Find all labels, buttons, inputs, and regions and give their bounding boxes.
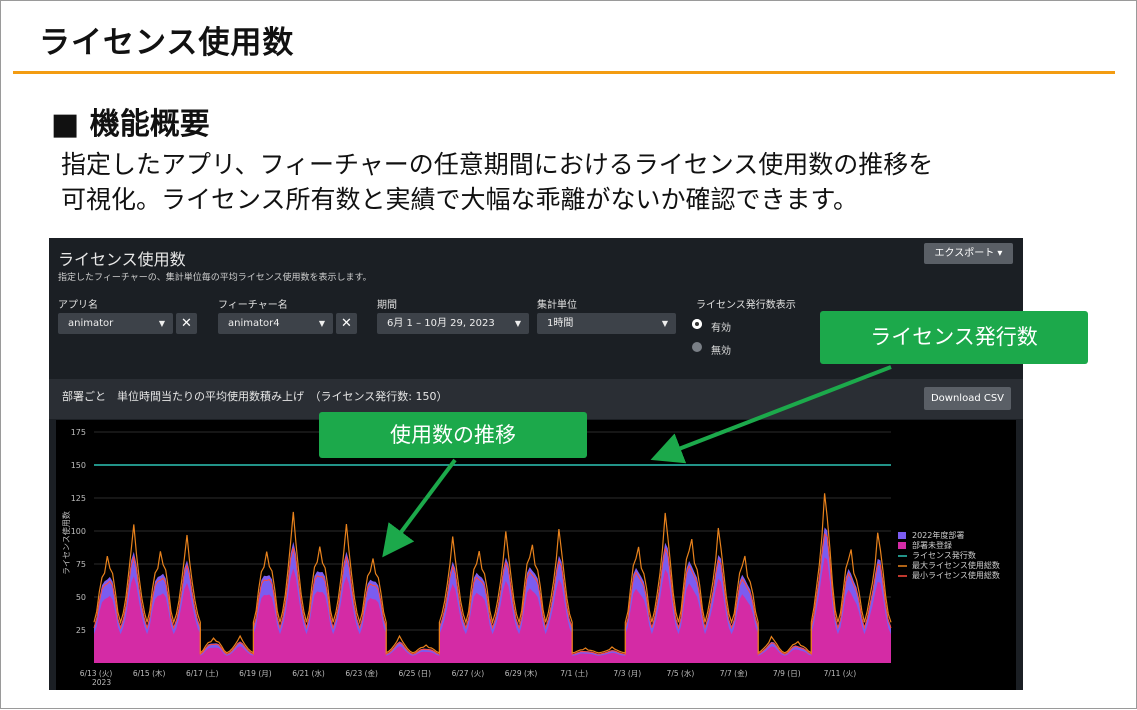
period-select[interactable]: 6月 1 – 10月 29, 2023 ▼ (377, 313, 529, 334)
slide-title: ライセンス使用数 (39, 25, 295, 61)
legend-label: ライセンス発行数 (912, 550, 976, 560)
legend-label: 最小ライセンス使用総数 (912, 570, 1000, 580)
legend-label: 部署未登録 (912, 540, 952, 550)
title-underline (13, 71, 1115, 74)
x-tick-label: 6/21 (水) (292, 668, 325, 678)
y-tick-label: 150 (71, 461, 86, 470)
chevron-down-icon: ▼ (158, 319, 165, 328)
x-tick-label: 6/17 (土) (186, 668, 219, 678)
download-csv-button[interactable]: Download CSV (924, 387, 1011, 410)
chart-area: 175 150 125 100 75 50 25 ライセンス使用数 6/13 (火) 6/15 (… (56, 420, 1016, 690)
x-tick-label: 6/19 (月) (239, 669, 272, 678)
y-tick-label: 25 (76, 626, 86, 635)
callout-issued: ライセンス発行数 (820, 311, 1088, 364)
legend-swatch (898, 532, 906, 539)
x-tick-label: 7/9 (日) (773, 669, 801, 678)
export-button[interactable]: エクスポート ▾ (924, 243, 1013, 264)
y-tick-label: 125 (71, 494, 86, 503)
chevron-down-icon: ▼ (514, 319, 521, 328)
issued-display-label: ライセンス発行数表示 (696, 300, 796, 311)
unit-select-value: 1時間 (547, 318, 574, 329)
issued-off-label: 無効 (711, 346, 731, 357)
close-icon: ✕ (341, 316, 352, 331)
app-select[interactable]: animator ▼ (58, 313, 173, 334)
x-year-label: 2023 (92, 678, 111, 687)
x-tick-label: 7/1 (土) (560, 668, 588, 678)
y-tick-label: 175 (71, 428, 86, 437)
description-line-2: 可視化。ライセンス所有数と実績で大幅な乖離がないか確認できます。 (61, 185, 859, 214)
x-tick-label: 7/5 (水) (667, 668, 695, 678)
app-clear-button[interactable]: ✕ (176, 313, 197, 334)
y-axis-label: ライセンス使用数 (61, 511, 71, 575)
chevron-down-icon: ▼ (318, 319, 325, 328)
y-tick-label: 50 (76, 593, 86, 602)
slide-frame: ライセンス使用数 ■ 機能概要 指定したアプリ、フィーチャーの任意期間におけるラ… (0, 0, 1137, 709)
x-tick-label: 6/13 (火) (80, 669, 113, 678)
app-select-value: animator (68, 318, 114, 329)
panel-title: ライセンス使用数 (58, 250, 186, 269)
x-tick-label: 6/15 (木) (133, 668, 166, 678)
dashboard-panel: ライセンス使用数 指定したフィーチャーの、集計単位毎の平均ライセンス使用数を表示… (49, 238, 1023, 690)
issued-on-radio[interactable] (692, 319, 702, 329)
close-icon: ✕ (181, 316, 192, 331)
feature-clear-button[interactable]: ✕ (336, 313, 357, 334)
x-tick-label: 7/11 (火) (824, 669, 857, 678)
x-tick-label: 7/7 (金) (720, 668, 748, 678)
legend-label: 2022年度部署 (912, 530, 964, 540)
y-tick-label: 100 (71, 527, 86, 536)
chart-title: 部署ごと 単位時間当たりの平均使用数積み上げ （ライセンス発行数: 150） (62, 390, 448, 403)
feature-filter-label: フィーチャー名 (218, 300, 288, 311)
period-select-value: 6月 1 – 10月 29, 2023 (387, 318, 495, 329)
x-tick-label: 6/23 (金) (345, 668, 378, 678)
panel-subtitle: 指定したフィーチャーの、集計単位毎の平均ライセンス使用数を表示します。 (58, 273, 372, 283)
x-tick-label: 6/29 (木) (505, 668, 538, 678)
x-tick-label: 6/25 (日) (399, 669, 432, 678)
issued-off-radio[interactable] (692, 342, 702, 352)
unit-select[interactable]: 1時間 ▼ (537, 313, 676, 334)
period-filter-label: 期間 (377, 300, 397, 311)
unit-filter-label: 集計単位 (537, 300, 577, 311)
section-heading: ■ 機能概要 (51, 107, 210, 142)
feature-select-value: animator4 (228, 318, 280, 329)
app-filter-label: アプリ名 (58, 300, 98, 311)
x-tick-label: 6/27 (火) (452, 669, 485, 678)
description: 指定したアプリ、フィーチャーの任意期間におけるライセンス使用数の推移を 可視化。… (61, 147, 933, 217)
legend-label: 最大ライセンス使用総数 (912, 560, 1000, 570)
usage-chart: 175 150 125 100 75 50 25 ライセンス使用数 6/13 (火) 6/15 (… (61, 428, 1000, 687)
chevron-down-icon: ▼ (661, 319, 668, 328)
callout-trend: 使用数の推移 (319, 412, 587, 458)
feature-select[interactable]: animator4 ▼ (218, 313, 333, 334)
issued-on-label: 有効 (711, 323, 731, 334)
description-line-1: 指定したアプリ、フィーチャーの任意期間におけるライセンス使用数の推移を (61, 150, 934, 179)
x-tick-label: 7/3 (月) (613, 669, 641, 678)
legend-swatch (898, 542, 906, 549)
y-tick-label: 75 (76, 560, 86, 569)
